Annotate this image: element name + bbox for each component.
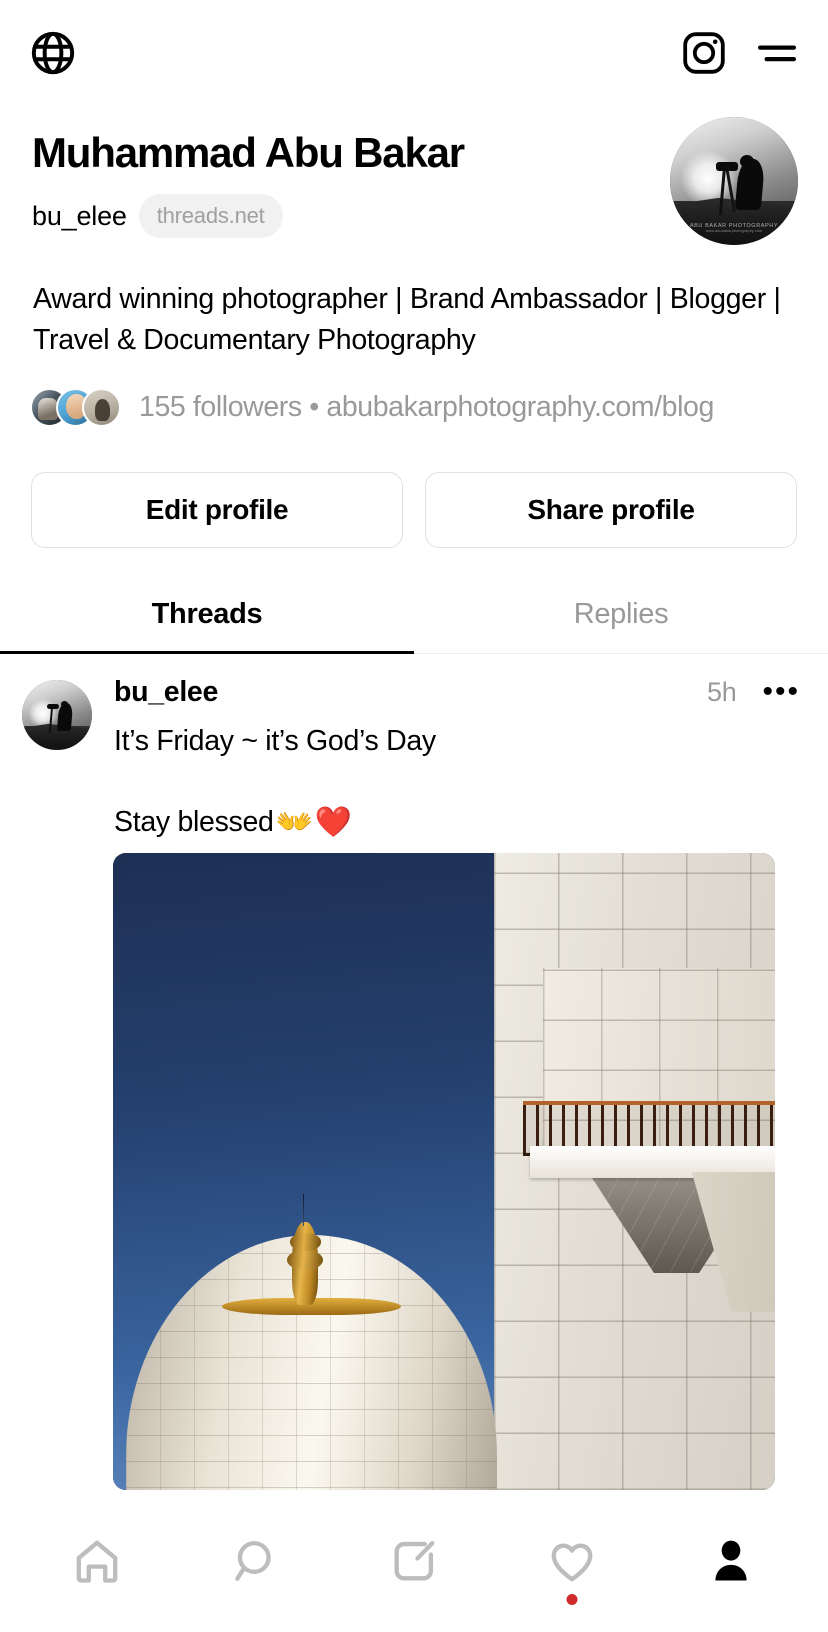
profile-tabs: Threads Replies — [0, 584, 828, 655]
bottom-navigation-bar — [0, 1490, 828, 1632]
search-icon — [234, 1541, 271, 1581]
post-timestamp: 5h — [707, 676, 737, 707]
post-meta-row: bu_elee 5h ••• — [114, 676, 800, 709]
hamburger-menu-icon[interactable] — [754, 30, 800, 76]
nav-activity[interactable] — [546, 1535, 598, 1605]
handle-row: bu_elee threads.net — [32, 194, 670, 239]
post-meta-right: 5h ••• — [707, 677, 800, 708]
home-icon — [76, 1540, 118, 1583]
profile-bio: Award winning photographer | Brand Ambas… — [33, 283, 781, 357]
person-icon — [715, 1540, 747, 1581]
edit-profile-button[interactable]: Edit profile — [31, 471, 403, 548]
post-body: bu_elee 5h ••• It’s Friday ~ it’s God’s … — [92, 676, 800, 761]
avatar-camera — [716, 161, 738, 171]
tab-threads[interactable]: Threads — [0, 584, 414, 655]
compose-icon — [394, 1541, 435, 1581]
avatar-watermark-subtext: www.abubakarphotography.com — [705, 229, 763, 234]
profile-meta-row: 155 followers • abubakarphotography.com/… — [0, 362, 828, 428]
photo-finial-spire — [302, 1193, 305, 1226]
post-avatar-sun — [27, 697, 59, 729]
post-avatar-head — [60, 700, 69, 708]
nav-compose[interactable] — [388, 1535, 440, 1587]
nav-profile[interactable] — [705, 1535, 757, 1587]
post-username[interactable]: bu_elee — [114, 676, 218, 709]
photo-finial-bulb-lower — [287, 1249, 323, 1271]
globe-icon[interactable] — [28, 28, 78, 78]
activity-notification-badge — [566, 1594, 578, 1605]
followers-and-link[interactable]: 155 followers • abubakarphotography.com/… — [139, 391, 714, 424]
post-text-line-2-text: Stay blessed — [114, 806, 274, 839]
top-bar — [0, 0, 828, 105]
post-text-line-2: Stay blessed 👐 ❤️ — [0, 805, 828, 840]
post-image[interactable] — [113, 853, 775, 1490]
profile-link[interactable]: abubakarphotography.com/blog — [326, 391, 714, 423]
thread-post: bu_elee 5h ••• It’s Friday ~ it’s God’s … — [0, 654, 828, 840]
instagram-icon[interactable] — [680, 29, 728, 77]
top-bar-right-group — [680, 29, 800, 77]
profile-header: Muhammad Abu Bakar bu_elee threads.net A… — [0, 105, 828, 245]
profile-action-buttons: Edit profile Share profile — [0, 428, 828, 548]
share-profile-button[interactable]: Share profile — [425, 471, 797, 548]
follower-count: 155 followers — [139, 391, 302, 424]
post-header: bu_elee 5h ••• It’s Friday ~ it’s God’s … — [0, 676, 828, 761]
nav-home[interactable] — [71, 1535, 123, 1587]
follower-avatar — [82, 388, 121, 428]
nav-search[interactable] — [230, 1535, 282, 1587]
post-more-options-icon[interactable]: ••• — [762, 677, 800, 707]
post-text-line-1: It’s Friday ~ it’s God’s Day — [114, 724, 436, 757]
post-avatar-camera — [47, 704, 60, 710]
meta-separator: • — [309, 391, 319, 424]
domain-badge[interactable]: threads.net — [138, 194, 283, 239]
avatar-watermark: ABU BAKAR PHOTOGRAPHY www.abubakarphotog… — [670, 223, 798, 233]
followers-facepile[interactable] — [30, 388, 121, 428]
profile-handle: bu_elee — [32, 200, 127, 231]
red-heart-emoji: ❤️ — [314, 806, 352, 840]
open-hands-emoji: 👐 — [275, 806, 313, 840]
profile-identity-block: Muhammad Abu Bakar bu_elee threads.net — [32, 117, 670, 239]
photo-finial-bulb-upper — [290, 1233, 321, 1251]
heart-icon — [551, 1543, 593, 1582]
post-avatar[interactable] — [22, 679, 92, 750]
tab-replies[interactable]: Replies — [414, 584, 828, 653]
page-title: Muhammad Abu Bakar — [32, 129, 465, 176]
avatar[interactable]: ABU BAKAR PHOTOGRAPHY www.abubakarphotog… — [670, 117, 798, 245]
